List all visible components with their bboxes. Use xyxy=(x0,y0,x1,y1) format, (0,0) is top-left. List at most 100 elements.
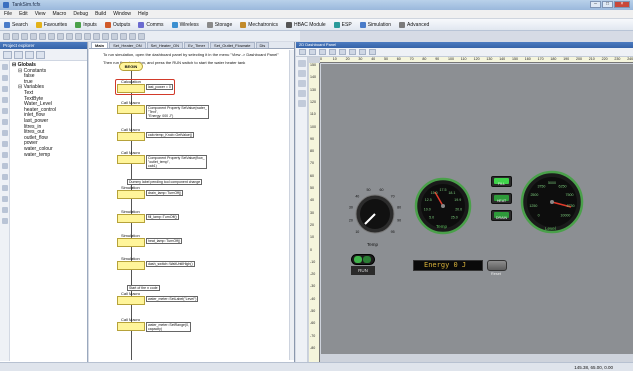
side-tool-icon[interactable] xyxy=(2,196,8,202)
paste-icon[interactable] xyxy=(48,32,55,40)
components-tab-icon[interactable] xyxy=(36,50,45,59)
side-tool-icon[interactable] xyxy=(2,86,8,92)
menu-help[interactable]: Help xyxy=(138,11,148,17)
run-icon[interactable] xyxy=(93,32,100,40)
flowchart-block[interactable] xyxy=(117,105,145,114)
side-tool-icon[interactable] xyxy=(2,185,8,191)
move-icon[interactable] xyxy=(309,49,316,55)
new-icon[interactable] xyxy=(3,32,10,40)
pointer-icon[interactable] xyxy=(298,60,306,67)
ribbon-simulation-button[interactable]: Simulation xyxy=(358,20,393,29)
menu-view[interactable]: View xyxy=(35,11,46,17)
zoom-in-icon[interactable] xyxy=(129,32,136,40)
ribbon-hbac-module-button[interactable]: HBAC Module xyxy=(284,20,328,29)
ruler-y-label: 10 xyxy=(310,235,314,240)
side-tool-icon[interactable] xyxy=(2,218,8,224)
maximize-button[interactable]: □ xyxy=(602,1,613,8)
ribbon-favourites-button[interactable]: Favourites xyxy=(34,20,69,29)
events-tab-icon[interactable] xyxy=(25,50,34,59)
ribbon-advanced-button[interactable]: Advanced xyxy=(397,20,431,29)
flowchart-block[interactable] xyxy=(117,190,145,199)
ribbon-inputs-button[interactable]: Inputs xyxy=(73,20,99,29)
circle-icon[interactable] xyxy=(298,90,306,97)
menu-macro[interactable]: Macro xyxy=(52,11,66,17)
select-icon[interactable] xyxy=(299,49,306,55)
ribbon-comms-button[interactable]: Comms xyxy=(136,20,165,29)
fill-button[interactable]: FILL xyxy=(491,176,512,187)
reset-button[interactable] xyxy=(487,260,507,271)
menu-file[interactable]: File xyxy=(4,11,12,17)
run-switch[interactable] xyxy=(351,254,375,265)
table-icon[interactable] xyxy=(339,49,346,55)
side-tool-icon[interactable] xyxy=(2,141,8,147)
camera-icon[interactable] xyxy=(349,49,356,55)
temp-knob[interactable]: 10 20 30 40 50 60 70 80 90 95 xyxy=(345,184,405,244)
ribbon-wireless-button[interactable]: Wireless xyxy=(170,20,201,29)
tab-set-heater-on[interactable]: Set_Heater_ON xyxy=(109,42,146,48)
macros-tab-icon[interactable] xyxy=(14,50,23,59)
zoom-out-icon[interactable] xyxy=(138,32,145,40)
side-tool-icon[interactable] xyxy=(2,207,8,213)
gauge-tick-label: 10 xyxy=(355,230,359,234)
flowchart-block[interactable] xyxy=(117,155,145,164)
side-tool-icon[interactable] xyxy=(2,152,8,158)
ruler-x-label: 60 xyxy=(396,57,401,61)
flowchart-block[interactable] xyxy=(117,132,145,141)
help-icon[interactable] xyxy=(84,32,91,40)
side-tool-icon[interactable] xyxy=(2,130,8,136)
flowchart-scrollbar[interactable] xyxy=(289,50,294,360)
grid-icon[interactable] xyxy=(329,49,336,55)
pencil-icon[interactable] xyxy=(319,49,326,55)
menu-build[interactable]: Build xyxy=(95,11,106,17)
shape-icon[interactable] xyxy=(298,80,306,87)
tab-main[interactable]: Main xyxy=(91,42,109,48)
undo-icon[interactable] xyxy=(57,32,64,40)
open-icon[interactable] xyxy=(12,32,19,40)
tree-item[interactable]: water_temp xyxy=(12,152,56,159)
side-tool-icon[interactable] xyxy=(2,64,8,70)
side-tool-icon[interactable] xyxy=(2,75,8,81)
stop-icon[interactable] xyxy=(111,32,118,40)
flowchart-block[interactable] xyxy=(117,322,145,331)
line-icon[interactable] xyxy=(298,100,306,107)
close-button[interactable]: × xyxy=(614,1,630,8)
side-tool-icon[interactable] xyxy=(2,163,8,169)
tab-set-outlet-flowrate[interactable]: Set_Outlet_Flowrate xyxy=(210,42,255,48)
ribbon-storage-button[interactable]: Storage xyxy=(205,20,235,29)
compile-icon[interactable] xyxy=(75,32,82,40)
pause-icon[interactable] xyxy=(102,32,109,40)
tab-dis[interactable]: Dis xyxy=(255,42,270,48)
outputs-icon xyxy=(104,21,111,28)
tab-set-heater-on-2[interactable]: Set_Heater_ON xyxy=(146,42,184,48)
ribbon-esp-button[interactable]: ESP xyxy=(332,20,354,29)
side-tool-icon[interactable] xyxy=(2,174,8,180)
flowchart-block[interactable] xyxy=(117,238,145,247)
heat-button[interactable]: HEAT xyxy=(491,193,512,204)
instruction-line: To run simulation, open the dashboard pa… xyxy=(103,52,279,57)
side-tool-icon[interactable] xyxy=(2,97,8,103)
menu-debug[interactable]: Debug xyxy=(73,11,88,17)
copy-icon[interactable] xyxy=(39,32,46,40)
minimize-button[interactable]: – xyxy=(590,1,601,8)
menu-edit[interactable]: Edit xyxy=(19,11,28,17)
begin-terminator[interactable]: BEGIN xyxy=(119,62,143,71)
settings-icon[interactable] xyxy=(369,49,376,55)
text-icon[interactable] xyxy=(298,70,306,77)
flowchart-block[interactable] xyxy=(117,296,145,305)
save-icon[interactable] xyxy=(21,32,28,40)
ribbon-search-button[interactable]: Search xyxy=(2,20,30,29)
flowchart-block[interactable] xyxy=(117,214,145,223)
side-tool-icon[interactable] xyxy=(2,119,8,125)
drain-button[interactable]: DRAIN xyxy=(491,210,512,221)
redo-icon[interactable] xyxy=(66,32,73,40)
flowchart-block[interactable] xyxy=(117,261,145,270)
step-icon[interactable] xyxy=(120,32,127,40)
ribbon-outputs-button[interactable]: Outputs xyxy=(103,20,133,29)
side-tool-icon[interactable] xyxy=(2,108,8,114)
globals-tab-icon[interactable] xyxy=(3,50,12,59)
ribbon-mechatronics-button[interactable]: Mechatronics xyxy=(238,20,280,29)
tab-ev-timer[interactable]: Ev_Timer xyxy=(184,42,210,48)
menu-window[interactable]: Window xyxy=(113,11,131,17)
zoom-icon[interactable] xyxy=(359,49,366,55)
cut-icon[interactable] xyxy=(30,32,37,40)
